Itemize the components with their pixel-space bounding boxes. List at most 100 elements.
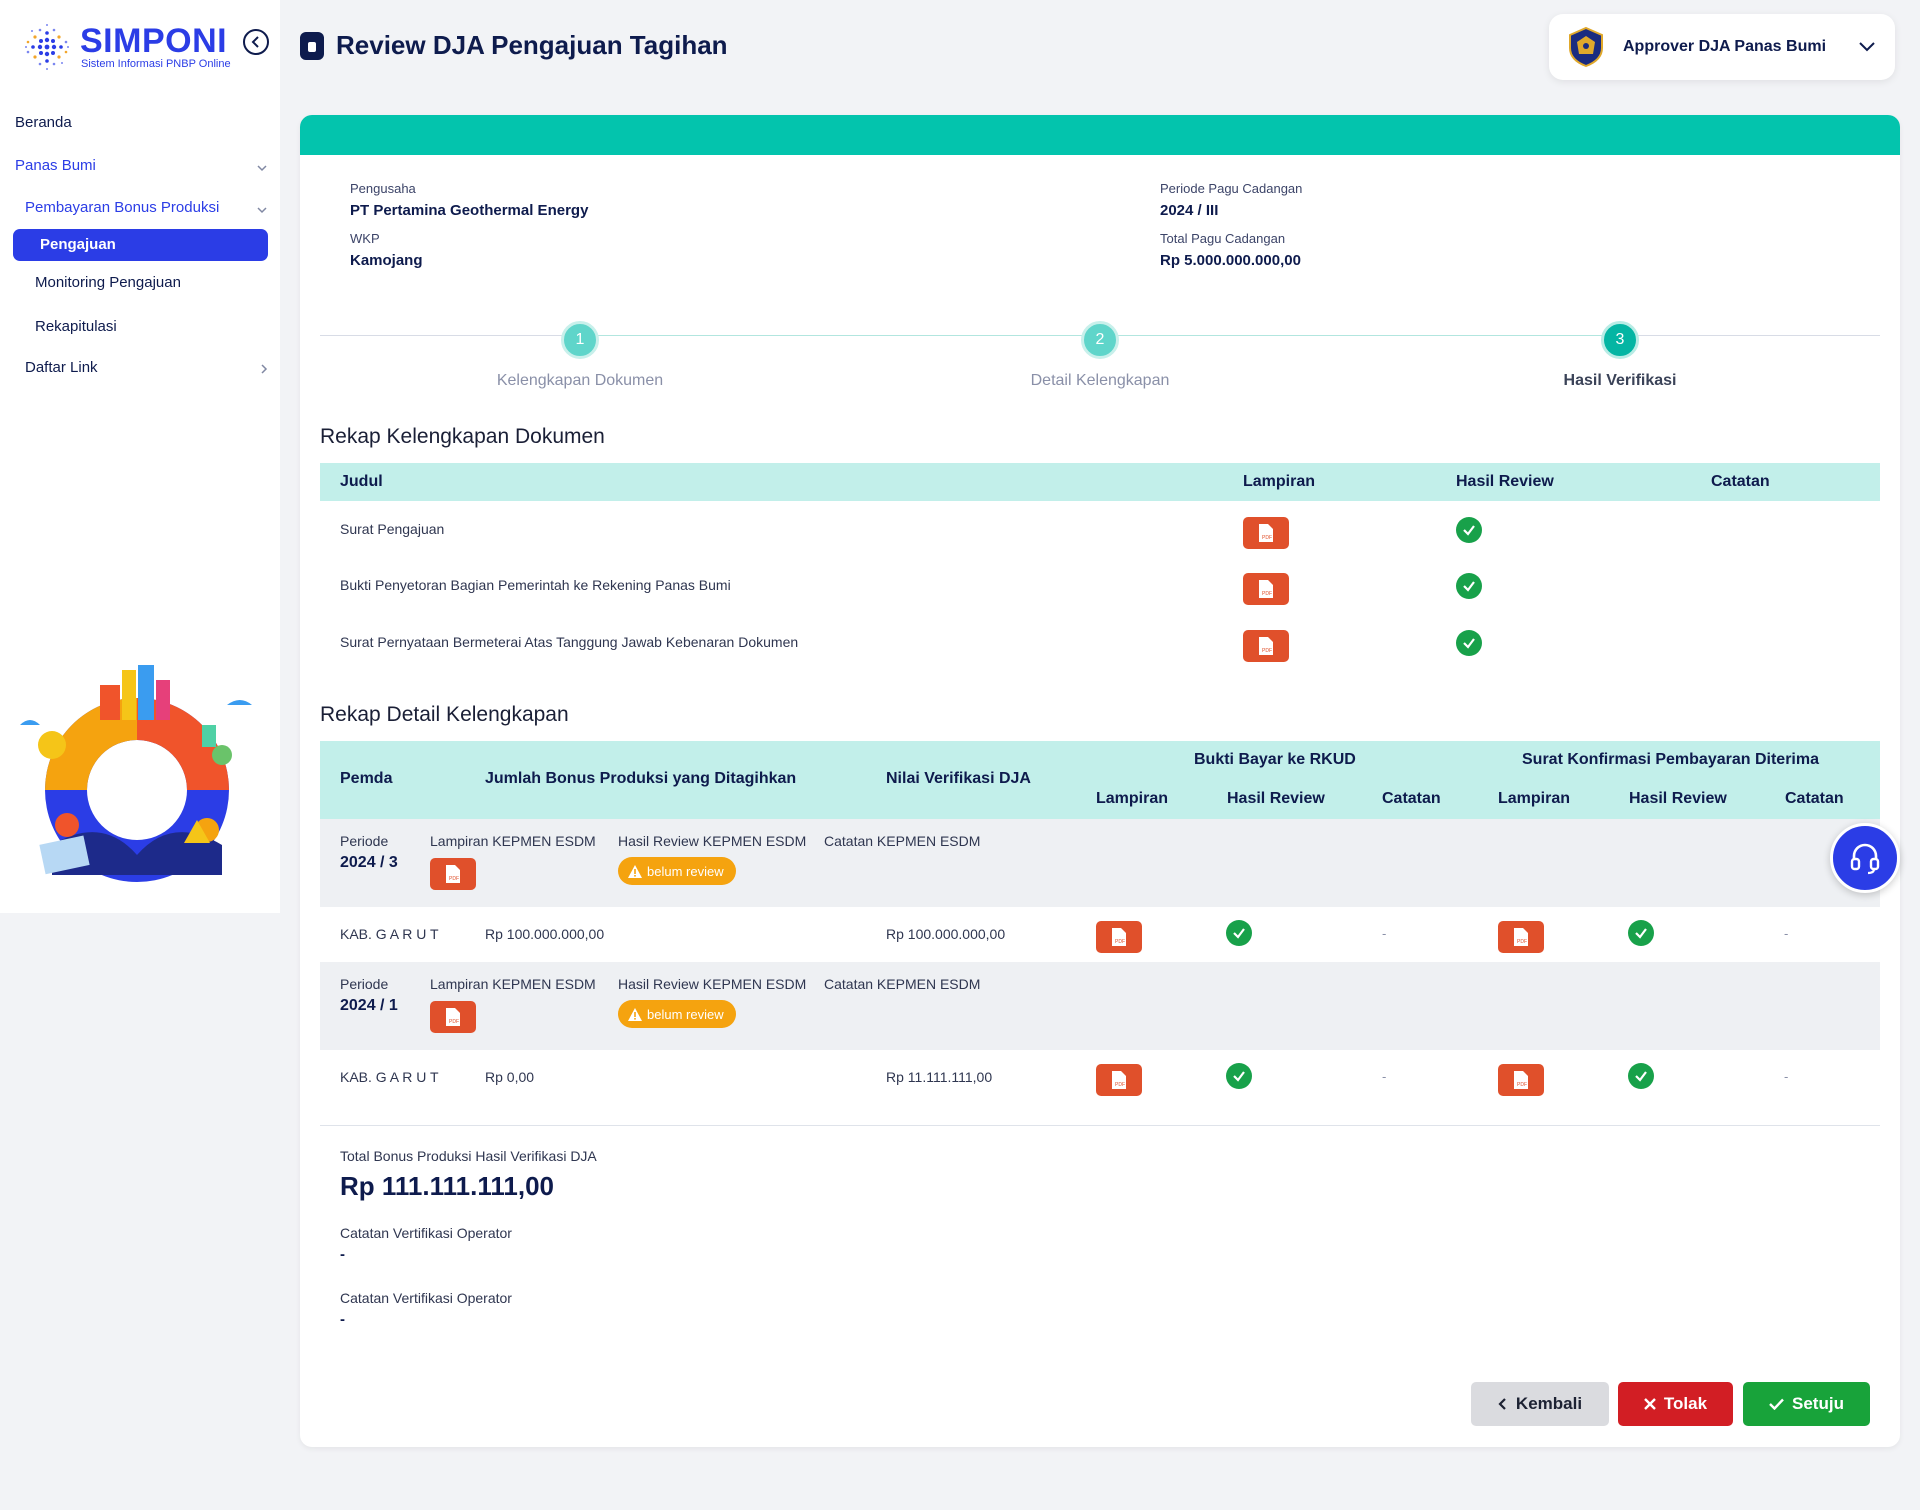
- pdf-download-button[interactable]: PDF: [1096, 921, 1142, 953]
- bukti-catatan-value: -: [1382, 926, 1387, 941]
- pdf-download-button[interactable]: PDF: [1498, 1064, 1544, 1096]
- user-menu[interactable]: Approver DJA Panas Bumi: [1549, 14, 1895, 80]
- catatan-kepmen-label: Catatan KEPMEN ESDM: [824, 976, 981, 992]
- step-3-label: Hasil Verifikasi: [1563, 372, 1677, 389]
- pdf-download-button[interactable]: PDF: [1243, 517, 1289, 549]
- rekap-detail-table-header: Pemda Jumlah Bonus Produksi yang Ditagih…: [320, 741, 1880, 819]
- sidebar-item-pembayaran-bonus-produksi[interactable]: Pembayaran Bonus Produksi: [25, 199, 219, 216]
- clipboard-icon: [300, 31, 324, 60]
- pdf-download-button[interactable]: PDF: [1096, 1064, 1142, 1096]
- chevron-down-icon: [1859, 42, 1875, 52]
- sidebar-item-panas-bumi[interactable]: Panas Bumi: [15, 157, 96, 174]
- pdf-download-button[interactable]: PDF: [1498, 921, 1544, 953]
- user-name: Approver DJA Panas Bumi: [1623, 38, 1827, 55]
- col-catatan: Catatan: [1711, 473, 1770, 490]
- svg-text:PDF: PDF: [1262, 535, 1272, 541]
- nilai-verifikasi-value: Rp 11.111.111,00: [886, 1069, 993, 1085]
- pdf-download-button[interactable]: PDF: [430, 858, 476, 890]
- review-card: Pengusaha PT Pertamina Geothermal Energy…: [300, 115, 1900, 1447]
- headset-icon: [1850, 843, 1880, 875]
- surat-catatan-value: -: [1784, 1069, 1789, 1084]
- back-button[interactable]: Kembali: [1471, 1382, 1609, 1426]
- sidebar-item-pengajuan[interactable]: Pengajuan: [13, 229, 268, 261]
- svg-text:PDF: PDF: [1262, 591, 1272, 597]
- step-3-circle[interactable]: 3: [1601, 321, 1639, 359]
- status-badge: belum review: [618, 1000, 736, 1028]
- sidebar-item-rekapitulasi[interactable]: Rekapitulasi: [35, 318, 117, 335]
- simponi-logo-icon: [25, 24, 69, 70]
- col-bukti-hasil-review: Hasil Review: [1227, 790, 1325, 807]
- svg-text:PDF: PDF: [449, 876, 459, 882]
- chevron-left-icon: [1498, 1398, 1506, 1410]
- pengusaha-label: Pengusaha: [350, 181, 416, 196]
- check-circle-icon: [1226, 920, 1252, 946]
- approve-button-label: Setuju: [1792, 1394, 1844, 1413]
- pdf-download-button[interactable]: PDF: [430, 1001, 476, 1033]
- sidebar-item-daftar-link[interactable]: Daftar Link: [25, 359, 98, 376]
- catatan-operator-value: -: [340, 1246, 345, 1263]
- reject-button[interactable]: Tolak: [1618, 1382, 1733, 1426]
- total-pagu-value: Rp 5.000.000.000,00: [1160, 252, 1301, 269]
- reject-button-label: Tolak: [1663, 1394, 1708, 1413]
- dokumen-row-title: Bukti Penyetoran Bagian Pemerintah ke Re…: [340, 577, 731, 593]
- chevron-right-icon: [261, 364, 268, 374]
- check-circle-icon: [1456, 517, 1482, 543]
- rekap-dokumen-table-header: Judul Lampiran Hasil Review Catatan: [320, 463, 1880, 501]
- lampiran-kepmen-label: Lampiran KEPMEN ESDM: [430, 833, 596, 849]
- sidebar-item-beranda[interactable]: Beranda: [15, 114, 72, 131]
- check-icon: [1769, 1398, 1784, 1410]
- col-bukti-lampiran: Lampiran: [1096, 790, 1169, 807]
- pdf-file-icon: PDF: [446, 1008, 460, 1026]
- col-group-bukti-bayar: Bukti Bayar ke RKUD: [1194, 751, 1356, 768]
- status-badge: belum review: [618, 857, 736, 885]
- help-chat-button[interactable]: [1830, 823, 1900, 893]
- card-header-band: [300, 115, 1900, 155]
- sidebar-item-monitoring-pengajuan[interactable]: Monitoring Pengajuan: [35, 274, 181, 291]
- col-group-surat-konfirmasi: Surat Konfirmasi Pembayaran Diterima: [1522, 751, 1819, 768]
- pemda-name: KAB. G A R U T: [340, 926, 439, 942]
- periode-value: 2024 / 3: [340, 854, 398, 871]
- col-judul: Judul: [340, 473, 383, 490]
- pdf-file-icon: PDF: [1514, 928, 1528, 946]
- periode-label: Periode: [340, 833, 389, 849]
- col-jumlah-bonus: Jumlah Bonus Produksi yang Ditagihkan: [485, 770, 797, 787]
- pdf-file-icon: PDF: [446, 865, 460, 883]
- svg-text:PDF: PDF: [1115, 939, 1125, 945]
- step-1-circle[interactable]: 1: [561, 321, 599, 359]
- pdf-download-button[interactable]: PDF: [1243, 630, 1289, 662]
- svg-text:PDF: PDF: [1517, 1082, 1527, 1088]
- step-1-label: Kelengkapan Dokumen: [496, 372, 664, 389]
- total-verifikasi-label: Total Bonus Produksi Hasil Verifikasi DJ…: [340, 1148, 597, 1164]
- app-name: SIMPONI: [80, 22, 228, 60]
- warning-icon: [628, 1007, 642, 1021]
- step-2-label: Detail Kelengkapan: [1030, 372, 1170, 389]
- step-2-circle[interactable]: 2: [1081, 321, 1119, 359]
- wkp-label: WKP: [350, 231, 380, 246]
- check-circle-icon: [1628, 920, 1654, 946]
- pdf-file-icon: PDF: [1112, 928, 1126, 946]
- periode-pagu-label: Periode Pagu Cadangan: [1160, 181, 1303, 196]
- catatan-operator-value: -: [340, 1311, 345, 1328]
- jumlah-bonus-value: Rp 0,00: [485, 1069, 535, 1085]
- col-pemda: Pemda: [340, 770, 393, 787]
- pdf-file-icon: PDF: [1259, 580, 1273, 598]
- periode-band: Periode 2024 / 3 Lampiran KEPMEN ESDM PD…: [320, 819, 1880, 907]
- sidebar-collapse-button[interactable]: [243, 29, 269, 55]
- svg-text:PDF: PDF: [1517, 939, 1527, 945]
- col-lampiran: Lampiran: [1243, 473, 1316, 490]
- page-title: Review DJA Pengajuan Tagihan: [300, 30, 728, 61]
- divider: [320, 1125, 1880, 1126]
- chevron-down-icon: [257, 165, 267, 172]
- surat-catatan-value: -: [1784, 926, 1789, 941]
- section-title-rekap-dokumen: Rekap Kelengkapan Dokumen: [320, 425, 605, 448]
- lampiran-kepmen-label: Lampiran KEPMEN ESDM: [430, 976, 596, 992]
- app-logo[interactable]: SIMPONI Sistem Informasi PNBP Online: [18, 18, 238, 80]
- col-surat-catatan: Catatan: [1785, 790, 1844, 807]
- pdf-download-button[interactable]: PDF: [1243, 573, 1289, 605]
- periode-pagu-value: 2024 / III: [1160, 202, 1219, 219]
- approve-button[interactable]: Setuju: [1743, 1382, 1870, 1426]
- periode-band: Periode 2024 / 1 Lampiran KEPMEN ESDM PD…: [320, 962, 1880, 1050]
- hasil-review-kepmen-label: Hasil Review KEPMEN ESDM: [618, 833, 807, 849]
- nilai-verifikasi-value: Rp 100.000.000,00: [886, 926, 1006, 942]
- total-pagu-label: Total Pagu Cadangan: [1160, 231, 1286, 246]
